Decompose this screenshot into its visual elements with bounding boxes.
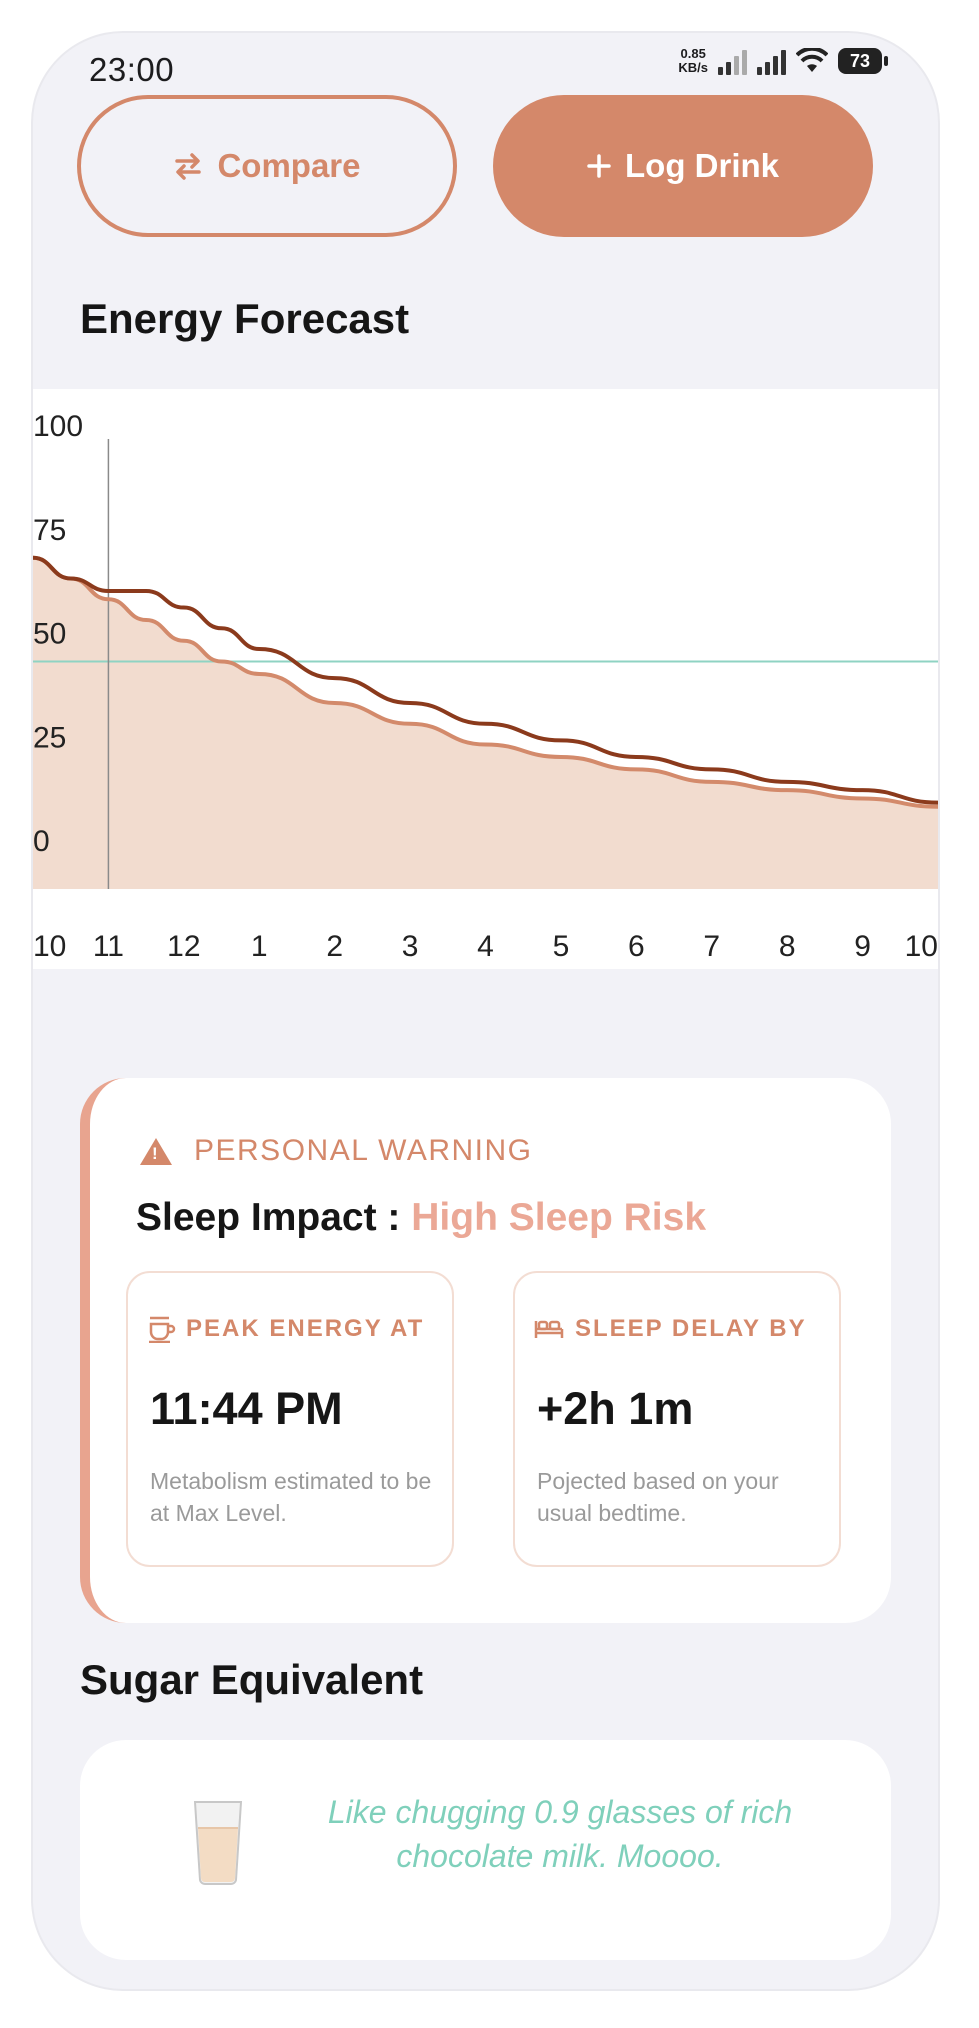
phone-screen: 23:00 0.85 KB/s 73 Compare Log Drink Ene… [33, 33, 938, 1989]
sleep-delay-value: +2h 1m [537, 1383, 694, 1434]
personal-warning-card: PERSONAL WARNING Sleep Impact : High Sle… [80, 1078, 891, 1623]
x-tick-label: 11 [93, 930, 124, 963]
x-tick-label: 6 [628, 930, 645, 963]
network-speed: 0.85 KB/s [678, 47, 708, 75]
x-tick-label: 1 [251, 930, 268, 963]
log-drink-button[interactable]: Log Drink [493, 95, 873, 237]
x-tick-label: 10 [905, 930, 938, 963]
cup-icon [149, 1316, 176, 1343]
y-tick-label: 50 [33, 618, 66, 651]
sleep-delay-header: SLEEP DELAY BY [533, 1315, 807, 1343]
peak-energy-label: PEAK ENERGY AT [186, 1315, 425, 1342]
energy-forecast-title: Energy Forecast [80, 295, 410, 342]
battery-icon: 73 [838, 48, 888, 74]
x-tick-label: 4 [477, 930, 494, 963]
sleep-impact-label: Sleep Impact : [136, 1196, 401, 1239]
x-tick-label: 7 [703, 930, 720, 963]
sleep-impact: Sleep Impact : High Sleep Risk [136, 1196, 706, 1240]
network-speed-value: 0.85 [680, 46, 706, 61]
sugar-equivalent-message: Like chugging 0.9 glasses of rich chocol… [327, 1794, 793, 1874]
sugar-equivalent-card: Like chugging 0.9 glasses of rich chocol… [80, 1740, 891, 1960]
log-drink-label: Log Drink [625, 147, 779, 184]
plus-icon [587, 154, 611, 178]
x-tick-label: 3 [402, 930, 419, 963]
y-tick-label: 0 [33, 825, 50, 858]
x-tick-label: 10 [33, 930, 66, 963]
bed-icon [534, 1320, 564, 1338]
signal-icon [718, 47, 747, 75]
y-tick-label: 25 [33, 721, 66, 754]
peak-energy-header: PEAK ENERGY AT [146, 1315, 424, 1343]
compare-label: Compare [217, 147, 361, 184]
milk-glass-icon [193, 1801, 243, 1885]
network-speed-unit: KB/s [678, 60, 708, 75]
sleep-delay-note: Pojected based on your usual bedtime. [537, 1468, 779, 1526]
compare-button[interactable]: Compare [77, 95, 457, 237]
sugar-equivalent-title: Sugar Equivalent [80, 1656, 424, 1703]
peak-energy-value: 11:44 PM [150, 1383, 343, 1434]
y-tick-label: 100 [33, 410, 83, 443]
x-tick-label: 5 [553, 930, 570, 963]
signal-icon-2 [757, 47, 786, 75]
sleep-delay-card: SLEEP DELAY BY +2h 1m Pojected based on … [513, 1271, 841, 1567]
warning-header: PERSONAL WARNING [140, 1134, 533, 1168]
warning-header-label: PERSONAL WARNING [194, 1134, 533, 1167]
sleep-delay-label: SLEEP DELAY BY [575, 1315, 807, 1342]
sleep-impact-value: High Sleep Risk [411, 1196, 707, 1239]
x-tick-label: 9 [854, 930, 871, 963]
peak-energy-card: PEAK ENERGY AT 11:44 PM Metabolism estim… [126, 1271, 454, 1567]
status-time: 23:00 [89, 51, 175, 88]
x-tick-label: 8 [779, 930, 796, 963]
x-tick-label: 12 [167, 930, 200, 963]
swap-arrows-icon [175, 153, 202, 180]
wifi-icon [796, 48, 828, 72]
warning-icon [140, 1137, 172, 1165]
status-icons: 0.85 KB/s 73 [678, 47, 888, 75]
y-tick-label: 75 [33, 514, 66, 547]
x-tick-label: 2 [326, 930, 343, 963]
energy-chart-svg: 100755025010 11 12 1 2 3 4 5 6 7 8 9 10 [33, 410, 938, 963]
peak-energy-note: Metabolism estimated to be at Max Level. [150, 1468, 432, 1526]
energy-chart: 100 75 50 25 0 10 11 12 1 2 3 4 5 6 7 8 9 10 [33, 389, 938, 969]
